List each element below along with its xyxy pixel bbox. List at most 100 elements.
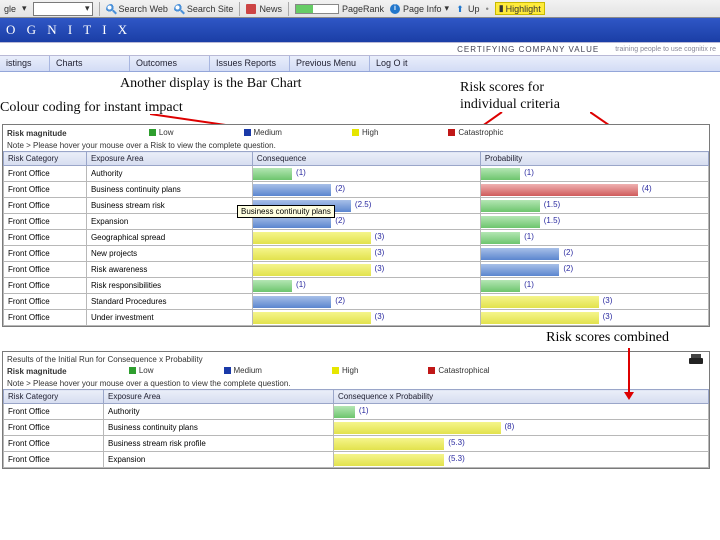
tab-charts[interactable]: Charts (50, 56, 130, 71)
cell-bar: (8) (334, 420, 709, 436)
legend-swatch-low-icon (149, 129, 156, 136)
legend-medium: Medium (224, 366, 262, 375)
table-row[interactable]: Front OfficeRisk responsibilities(1)(1) (4, 278, 709, 294)
cell-risk-category: Front Office (4, 230, 87, 246)
pagerank-button[interactable]: PageRank (295, 4, 384, 14)
col-risk-category[interactable]: Risk Category (4, 152, 87, 166)
annotation-individual: Risk scores for individual criteria (460, 80, 560, 114)
cell-exposure-area: Geographical spread (86, 230, 252, 246)
risk-bar-value: (1) (524, 280, 534, 289)
cell-bar: (1) (480, 278, 708, 294)
cell-bar: (3) (252, 310, 480, 326)
table-row[interactable]: Front OfficeAuthority(1) (4, 404, 709, 420)
table-row[interactable]: Front OfficeNew projects(3)(2) (4, 246, 709, 262)
legend-swatch-high-icon (332, 367, 339, 374)
tab-issues-reports[interactable]: Issues Reports (210, 56, 290, 71)
tab-outcomes[interactable]: Outcomes (130, 56, 210, 71)
col-consequence[interactable]: Consequence (252, 152, 480, 166)
legend-catastrophic: Catastrophic (448, 128, 503, 137)
risk-bar (253, 168, 292, 180)
col-exposure-area[interactable]: Exposure Area (86, 152, 252, 166)
risk-bar (253, 248, 371, 260)
table-row[interactable]: Front OfficeBusiness continuity plans(2)… (4, 182, 709, 198)
brand-subtitle-bar: CERTIFYING COMPANY VALUE training people… (0, 42, 720, 56)
risk-bar-value: (8) (505, 422, 515, 431)
col-exposure-area[interactable]: Exposure Area (104, 390, 334, 404)
cell-risk-category: Front Office (4, 420, 104, 436)
search-site-button[interactable]: Search Site (174, 4, 234, 14)
cell-bar: (4) (480, 182, 708, 198)
risk-bar-value: (1.5) (544, 216, 560, 225)
toolbar-search-select[interactable]: ▾ (33, 2, 93, 16)
cell-bar: (1) (480, 230, 708, 246)
risk-bar (253, 264, 371, 276)
chevron-down-icon[interactable]: ▾ (22, 3, 27, 14)
highlighter-icon: ▮ (499, 3, 504, 14)
cell-bar: (3) (252, 262, 480, 278)
tab-listings[interactable]: istings (0, 56, 50, 71)
table-row[interactable]: Front OfficeBusiness stream risk(2.5)(1.… (4, 198, 709, 214)
risk-bar-value: (3) (375, 248, 385, 257)
risk-bar-value: (1.5) (544, 200, 560, 209)
col-risk-category[interactable]: Risk Category (4, 390, 104, 404)
tab-logout[interactable]: Log O it (370, 56, 430, 71)
table-row[interactable]: Front OfficeExpansion (5.3) (4, 452, 709, 468)
chart2-meta: Risk magnitude Low Medium High Catastrop… (3, 365, 709, 378)
cell-risk-category: Front Office (4, 452, 104, 468)
cell-exposure-area: Risk responsibilities (86, 278, 252, 294)
chart-meta: Risk magnitude Low Medium High Catastrop… (3, 127, 709, 140)
cell-exposure-area: Authority (104, 404, 334, 420)
legend-low: Low (129, 366, 154, 375)
cell-bar: (1) (480, 166, 708, 182)
cell-bar: (5.3) (334, 436, 709, 452)
tab-previous-menu[interactable]: Previous Menu (290, 56, 370, 71)
col-probability[interactable]: Probability (480, 152, 708, 166)
pagerank-label: PageRank (342, 4, 384, 14)
news-button[interactable]: News (246, 4, 282, 14)
cell-exposure-area: Authority (86, 166, 252, 182)
table-row[interactable]: Front OfficeExpansion(2)(1.5) (4, 214, 709, 230)
legend-low: Low (149, 128, 174, 137)
cell-exposure-area: New projects (86, 246, 252, 262)
cell-bar: (2) (252, 294, 480, 310)
risk-bar-value: (1) (359, 406, 369, 415)
risk-bar (334, 422, 501, 434)
printer-icon[interactable] (689, 354, 703, 366)
risk-bar (481, 216, 540, 228)
table-row[interactable]: Front OfficeAuthority(1)(1) (4, 166, 709, 182)
risk-bar (334, 438, 444, 450)
table-row[interactable]: Front OfficeRisk awareness(3)(2) (4, 262, 709, 278)
risk-bar-value: (3) (375, 312, 385, 321)
table-row[interactable]: Front OfficeStandard Procedures(2)(3) (4, 294, 709, 310)
cell-risk-category: Front Office (4, 436, 104, 452)
search-web-label: Search Web (119, 4, 168, 14)
risk-bar (253, 296, 331, 308)
cell-bar: (1) (252, 166, 480, 182)
cell-exposure-area: Expansion (104, 452, 334, 468)
highlight-button[interactable]: ▮Highlight (495, 2, 545, 15)
risk-bar-value: (5.3) (448, 454, 464, 463)
table-row[interactable]: Front OfficeGeographical spread(3)(1) (4, 230, 709, 246)
table-row[interactable]: Front OfficeBusiness stream risk profile… (4, 436, 709, 452)
risk-bar-value: (3) (603, 296, 613, 305)
table-row[interactable]: Front OfficeBusiness continuity plans (8) (4, 420, 709, 436)
table-row[interactable]: Front OfficeUnder investment(3)(3) (4, 310, 709, 326)
search-web-button[interactable]: Search Web (106, 4, 168, 14)
cell-bar: (2) (480, 262, 708, 278)
cell-exposure-area: Expansion (86, 214, 252, 230)
risk-bar (481, 312, 599, 324)
risk-bar-value: (2) (335, 216, 345, 225)
news-label: News (259, 4, 282, 14)
pageinfo-button[interactable]: iPage Info ▾ (390, 3, 449, 14)
brand-certifying: CERTIFYING COMPANY VALUE (457, 45, 599, 54)
chart-note: Note > Please hover your mouse over a Ri… (3, 140, 709, 151)
risk-bar-value: (2) (335, 184, 345, 193)
pagerank-meter-icon (295, 4, 339, 14)
cell-exposure-area: Business continuity plans (86, 182, 252, 198)
cell-exposure-area: Business stream risk (86, 198, 252, 214)
up-arrow-icon: ⬆ (455, 4, 465, 14)
cell-exposure-area: Business continuity plans (104, 420, 334, 436)
cell-risk-category: Front Office (4, 294, 87, 310)
col-cxp[interactable]: Consequence x Probability (334, 390, 709, 404)
up-button[interactable]: ⬆Up (455, 4, 480, 14)
